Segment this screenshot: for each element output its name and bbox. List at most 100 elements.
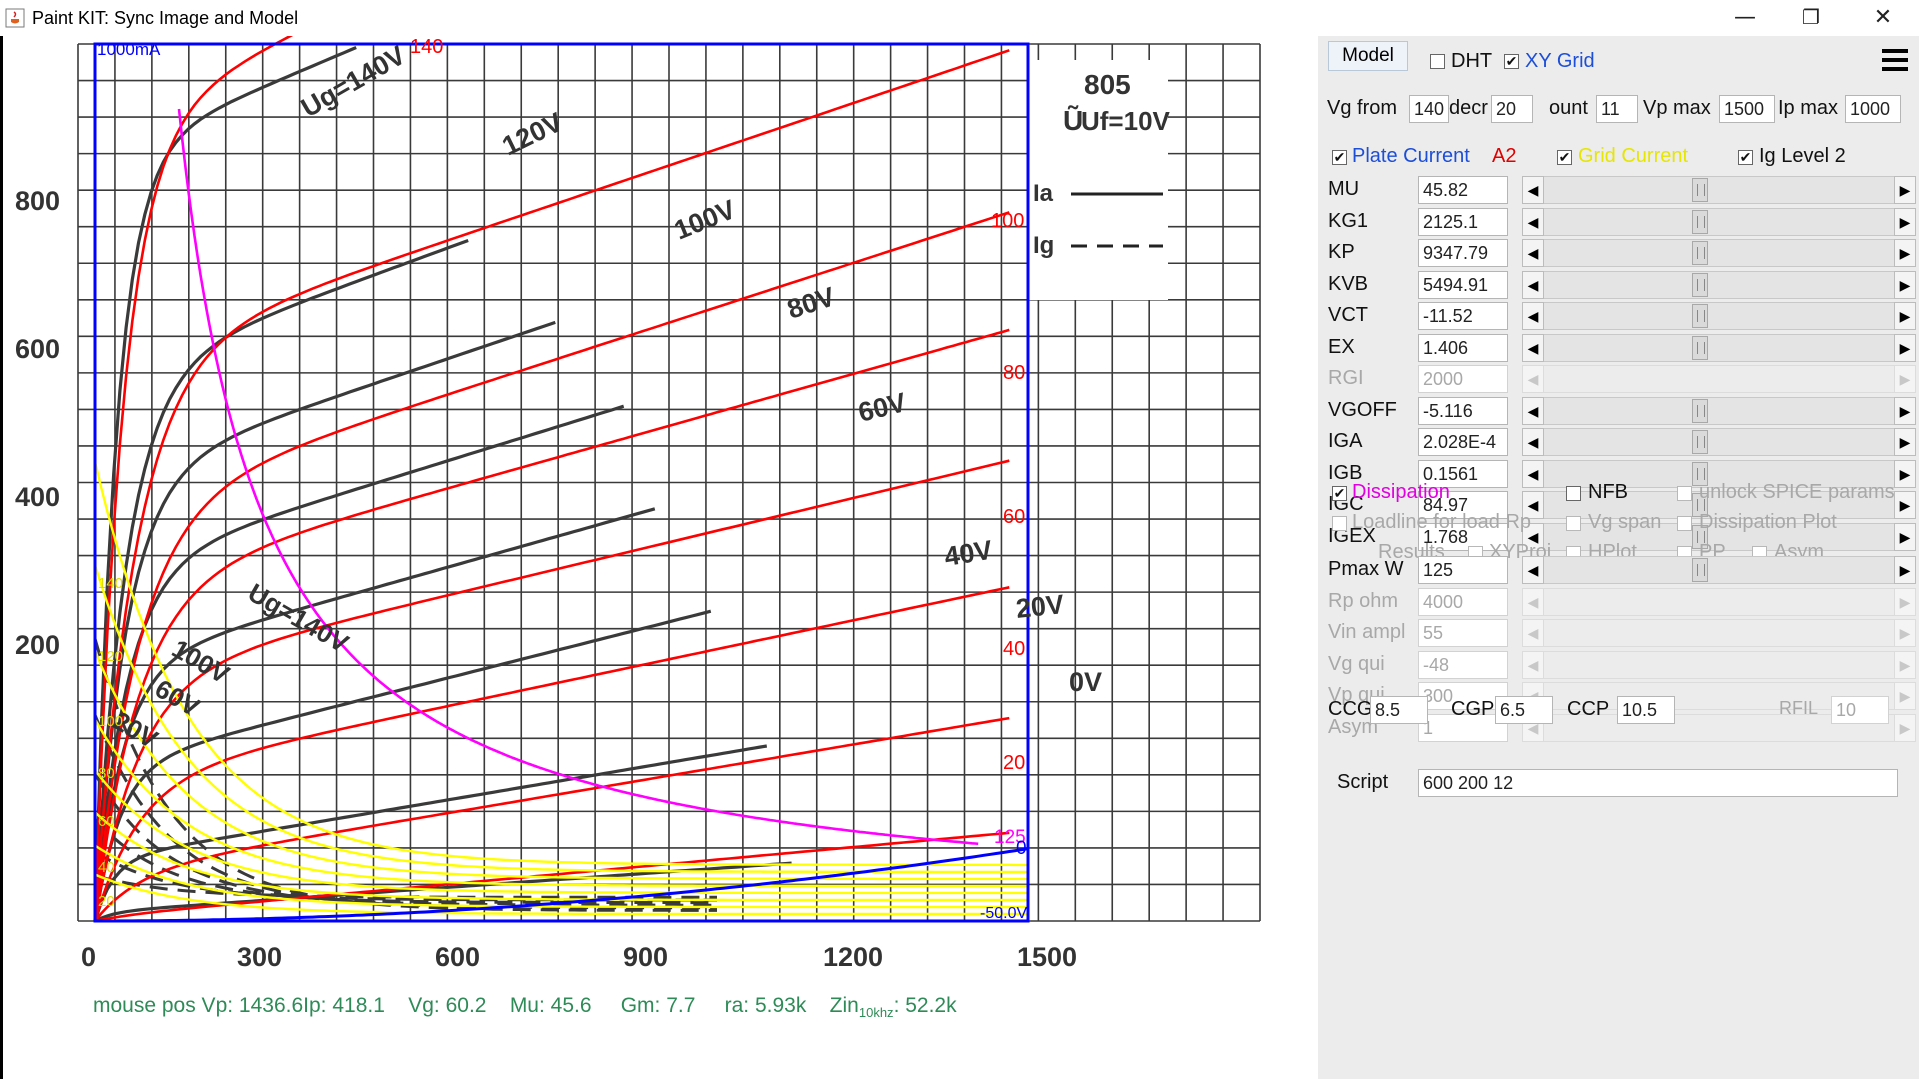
ccg-field[interactable]: 8.5 bbox=[1370, 696, 1428, 724]
param-slider-kvb[interactable]: ◀ ▶ bbox=[1522, 270, 1916, 299]
plate-current-mode[interactable]: A2 bbox=[1492, 145, 1516, 168]
param-slider-rgi[interactable]: ◀ ▶ bbox=[1522, 365, 1916, 393]
slider-thumb[interactable] bbox=[1692, 398, 1708, 423]
slider-right-arrow-icon[interactable]: ▶ bbox=[1894, 491, 1916, 519]
slider-right-arrow-icon[interactable]: ▶ bbox=[1894, 619, 1916, 647]
param-slider-vct[interactable]: ◀ ▶ bbox=[1522, 302, 1916, 330]
param-slider-kp[interactable]: ◀ ▶ bbox=[1522, 239, 1916, 267]
slider-right-arrow-icon[interactable]: ▶ bbox=[1894, 270, 1916, 299]
model-button[interactable]: Model bbox=[1328, 41, 1408, 71]
slider-left-arrow-icon[interactable]: ◀ bbox=[1522, 396, 1544, 425]
vg-span-checkbox[interactable] bbox=[1566, 516, 1581, 531]
param-slider-vin-ampl[interactable]: ◀ ▶ bbox=[1522, 619, 1916, 647]
param-slider-vg-qui[interactable]: ◀ ▶ bbox=[1522, 650, 1916, 679]
decr-field[interactable]: 20 bbox=[1491, 95, 1533, 123]
characteristic-plot[interactable]: 1000mA805ŨUf=10VIaIg8006004002000 300 600 9… bbox=[3, 36, 1318, 1079]
param-field-rgi[interactable]: 2000 bbox=[1418, 365, 1508, 393]
param-slider-rp-ohm[interactable]: ◀ ▶ bbox=[1522, 587, 1916, 616]
slider-left-arrow-icon[interactable]: ◀ bbox=[1522, 650, 1544, 679]
script-field[interactable]: 600 200 12 bbox=[1418, 769, 1898, 797]
slider-left-arrow-icon[interactable]: ◀ bbox=[1522, 176, 1544, 204]
param-field-mu[interactable]: 45.82 bbox=[1418, 176, 1508, 204]
slider-right-arrow-icon[interactable]: ▶ bbox=[1894, 650, 1916, 679]
slider-right-arrow-icon[interactable]: ▶ bbox=[1894, 365, 1916, 393]
grid-current-checkbox[interactable]: ✔ bbox=[1557, 150, 1572, 165]
param-slider-kg1[interactable]: ◀ ▶ bbox=[1522, 207, 1916, 236]
slider-left-arrow-icon[interactable]: ◀ bbox=[1522, 556, 1544, 584]
slider-track[interactable] bbox=[1544, 302, 1894, 330]
slider-track[interactable] bbox=[1544, 207, 1894, 236]
cgp-field[interactable]: 6.5 bbox=[1495, 696, 1553, 724]
slider-thumb[interactable] bbox=[1692, 558, 1708, 582]
slider-track[interactable] bbox=[1544, 176, 1894, 204]
restore-button[interactable]: ❐ bbox=[1776, 0, 1846, 34]
slider-thumb[interactable] bbox=[1692, 241, 1708, 265]
plot-area[interactable]: 1000mA 805 Ũ Uf=10V Ia Ig 800 600 400 200 0 300 600 9… bbox=[0, 36, 1318, 1079]
slider-thumb[interactable] bbox=[1692, 209, 1708, 234]
slider-thumb[interactable] bbox=[1692, 178, 1708, 202]
slider-left-arrow-icon[interactable]: ◀ bbox=[1522, 239, 1544, 267]
slider-right-arrow-icon[interactable]: ▶ bbox=[1894, 302, 1916, 330]
slider-track[interactable] bbox=[1544, 270, 1894, 299]
ccp-field[interactable]: 10.5 bbox=[1617, 696, 1675, 724]
vg-from-field[interactable]: 140 bbox=[1409, 95, 1449, 123]
slider-right-arrow-icon[interactable]: ▶ bbox=[1894, 207, 1916, 236]
param-slider-iga[interactable]: ◀ ▶ bbox=[1522, 428, 1916, 456]
param-slider-vgoff[interactable]: ◀ ▶ bbox=[1522, 396, 1916, 425]
slider-left-arrow-icon[interactable]: ◀ bbox=[1522, 270, 1544, 299]
param-field-iga[interactable]: 2.028E-4 bbox=[1418, 428, 1508, 456]
slider-thumb[interactable] bbox=[1692, 272, 1708, 297]
slider-left-arrow-icon[interactable]: ◀ bbox=[1522, 333, 1544, 362]
rfil-field[interactable]: 10 bbox=[1831, 696, 1889, 724]
param-slider-ex[interactable]: ◀ ▶ bbox=[1522, 333, 1916, 362]
slider-left-arrow-icon[interactable]: ◀ bbox=[1522, 459, 1544, 488]
slider-track[interactable] bbox=[1544, 333, 1894, 362]
unlock-spice-checkbox[interactable] bbox=[1677, 486, 1692, 501]
slider-right-arrow-icon[interactable]: ▶ bbox=[1894, 682, 1916, 710]
dht-checkbox[interactable] bbox=[1430, 54, 1445, 69]
slider-track[interactable] bbox=[1544, 396, 1894, 425]
close-button[interactable]: ✕ bbox=[1848, 0, 1918, 34]
slider-track[interactable] bbox=[1544, 556, 1894, 584]
param-slider-pmax-w[interactable]: ◀ ▶ bbox=[1522, 556, 1916, 584]
slider-track[interactable] bbox=[1544, 650, 1894, 679]
slider-left-arrow-icon[interactable]: ◀ bbox=[1522, 365, 1544, 393]
xy-grid-checkbox[interactable]: ✔ bbox=[1504, 54, 1519, 69]
param-field-vg-qui[interactable]: -48 bbox=[1418, 650, 1508, 679]
slider-thumb[interactable] bbox=[1692, 304, 1708, 328]
slider-left-arrow-icon[interactable]: ◀ bbox=[1522, 207, 1544, 236]
slider-right-arrow-icon[interactable]: ▶ bbox=[1894, 333, 1916, 362]
slider-right-arrow-icon[interactable]: ▶ bbox=[1894, 396, 1916, 425]
param-slider-mu[interactable]: ◀ ▶ bbox=[1522, 176, 1916, 204]
param-field-kp[interactable]: 9347.79 bbox=[1418, 239, 1508, 267]
param-field-pmax-w[interactable]: 125 bbox=[1418, 556, 1508, 584]
slider-left-arrow-icon[interactable]: ◀ bbox=[1522, 302, 1544, 330]
slider-left-arrow-icon[interactable]: ◀ bbox=[1522, 587, 1544, 616]
vp-max-field[interactable]: 1500 bbox=[1719, 95, 1775, 123]
slider-right-arrow-icon[interactable]: ▶ bbox=[1894, 428, 1916, 456]
slider-right-arrow-icon[interactable]: ▶ bbox=[1894, 713, 1916, 742]
minimize-button[interactable]: — bbox=[1710, 0, 1780, 34]
nfb-checkbox[interactable] bbox=[1566, 486, 1581, 501]
slider-right-arrow-icon[interactable]: ▶ bbox=[1894, 522, 1916, 551]
slider-thumb[interactable] bbox=[1692, 335, 1708, 360]
slider-right-arrow-icon[interactable]: ▶ bbox=[1894, 556, 1916, 584]
plate-current-checkbox[interactable]: ✔ bbox=[1332, 150, 1347, 165]
slider-right-arrow-icon[interactable]: ▶ bbox=[1894, 587, 1916, 616]
param-field-vct[interactable]: -11.52 bbox=[1418, 302, 1508, 330]
count-field[interactable]: 11 bbox=[1596, 95, 1638, 123]
param-field-kg1[interactable]: 2125.1 bbox=[1418, 207, 1508, 236]
slider-right-arrow-icon[interactable]: ▶ bbox=[1894, 176, 1916, 204]
ig-level-checkbox[interactable]: ✔ bbox=[1738, 150, 1753, 165]
loadline-checkbox[interactable] bbox=[1332, 516, 1347, 531]
slider-thumb[interactable] bbox=[1692, 430, 1708, 454]
param-field-ex[interactable]: 1.406 bbox=[1418, 333, 1508, 362]
param-field-kvb[interactable]: 5494.91 bbox=[1418, 270, 1508, 299]
slider-track[interactable] bbox=[1544, 428, 1894, 456]
ip-max-field[interactable]: 1000 bbox=[1845, 95, 1901, 123]
dissipation-plot-checkbox[interactable] bbox=[1677, 516, 1692, 531]
slider-right-arrow-icon[interactable]: ▶ bbox=[1894, 459, 1916, 488]
param-field-rp-ohm[interactable]: 4000 bbox=[1418, 587, 1508, 616]
param-field-vin-ampl[interactable]: 55 bbox=[1418, 619, 1508, 647]
slider-left-arrow-icon[interactable]: ◀ bbox=[1522, 619, 1544, 647]
